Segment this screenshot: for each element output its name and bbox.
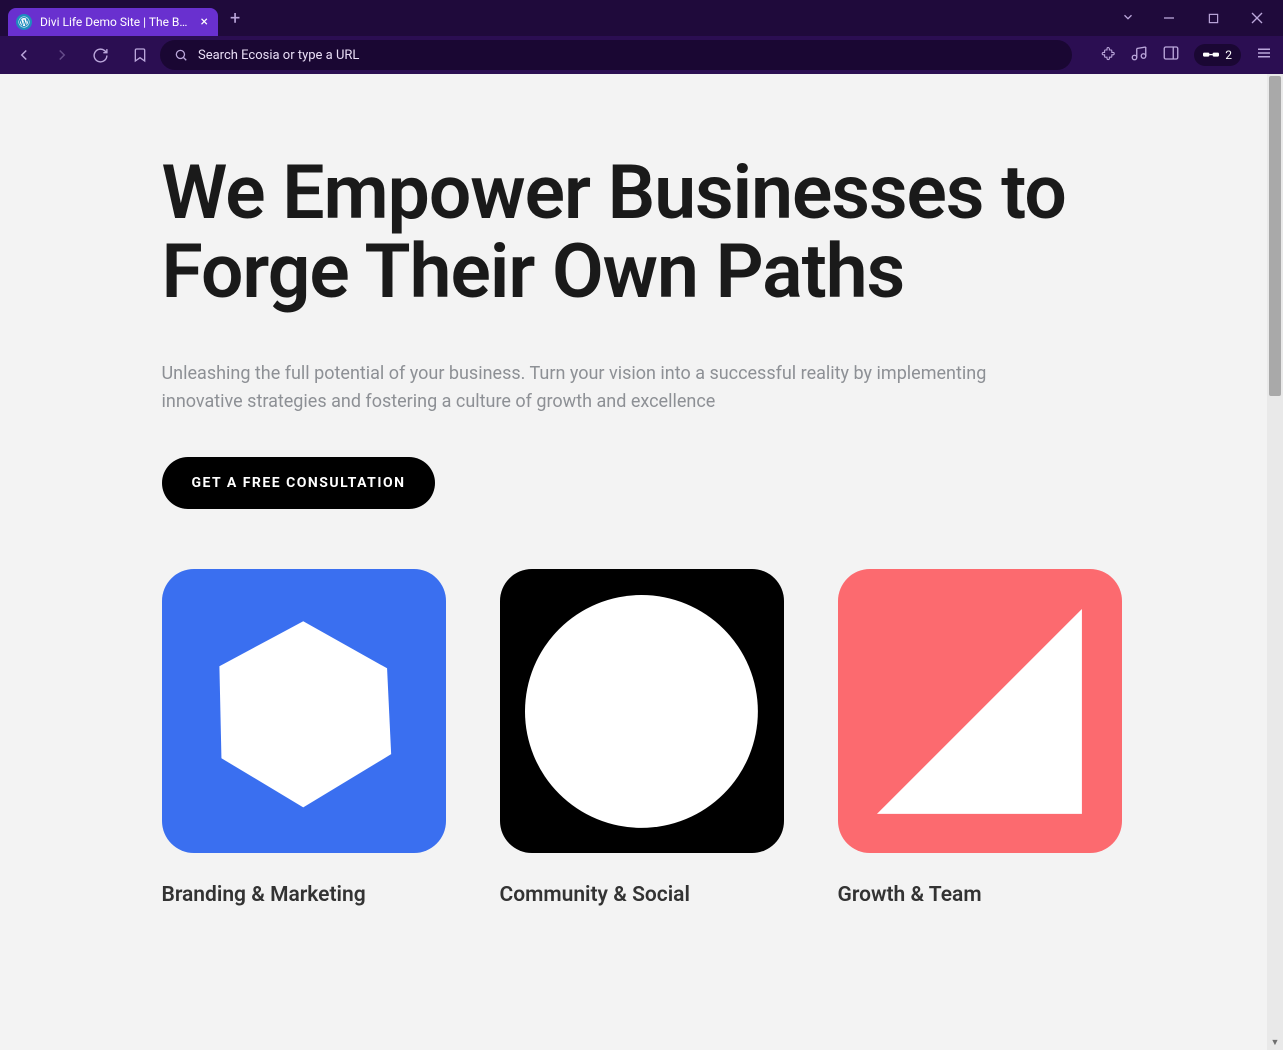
tabs-dropdown-icon[interactable] <box>1121 9 1135 28</box>
window-titlebar: Divi Life Demo Site | The Best D × + <box>0 0 1283 36</box>
page-subtext: Unleashing the full potential of your bu… <box>162 360 1012 418</box>
toolbar-right: 2 <box>1090 44 1273 66</box>
address-bar[interactable]: Search Ecosia or type a URL <box>160 40 1072 70</box>
feature-cards: Branding & Marketing Community & Social … <box>162 569 1122 907</box>
hexagon-icon <box>162 569 446 853</box>
nav-back-button[interactable] <box>10 41 38 69</box>
card-title: Growth & Team <box>838 883 1122 907</box>
browser-toolbar: Search Ecosia or type a URL 2 <box>0 36 1283 74</box>
window-minimize-button[interactable] <box>1149 3 1189 33</box>
bookmark-icon[interactable] <box>132 47 148 63</box>
wordpress-favicon-icon <box>16 14 32 30</box>
card-branding: Branding & Marketing <box>162 569 446 907</box>
nav-reload-button[interactable] <box>86 41 114 69</box>
card-title: Community & Social <box>500 883 784 907</box>
sidepanel-icon[interactable] <box>1162 44 1180 66</box>
tab-title: Divi Life Demo Site | The Best D <box>40 15 193 29</box>
window-close-button[interactable] <box>1237 3 1277 33</box>
card-community: Community & Social <box>500 569 784 907</box>
browser-tabs: Divi Life Demo Site | The Best D × + <box>8 0 252 36</box>
scrollbar-thumb[interactable] <box>1269 76 1281 396</box>
tracker-badge[interactable]: 2 <box>1194 44 1241 66</box>
tracker-count: 2 <box>1225 48 1232 62</box>
media-icon[interactable] <box>1130 44 1148 66</box>
triangle-icon <box>838 569 1122 853</box>
address-placeholder: Search Ecosia or type a URL <box>198 48 359 63</box>
scrollbar-down-arrow-icon[interactable]: ▼ <box>1267 1034 1283 1050</box>
new-tab-button[interactable]: + <box>218 8 252 29</box>
card-title: Branding & Marketing <box>162 883 446 907</box>
nav-forward-button[interactable] <box>48 41 76 69</box>
browser-tab-active[interactable]: Divi Life Demo Site | The Best D × <box>8 8 218 36</box>
cta-button[interactable]: GET A FREE CONSULTATION <box>162 457 436 509</box>
page-viewport: We Empower Businesses to Forge Their Own… <box>0 74 1283 1050</box>
page-heading: We Empower Businesses to Forge Their Own… <box>162 154 1122 312</box>
extensions-icon[interactable] <box>1098 44 1116 66</box>
vertical-scrollbar[interactable]: ▼ <box>1267 74 1283 1050</box>
app-menu-icon[interactable] <box>1255 44 1273 66</box>
tab-close-icon[interactable]: × <box>201 15 208 29</box>
search-icon <box>174 48 188 62</box>
page-body: We Empower Businesses to Forge Their Own… <box>0 74 1283 1050</box>
circle-icon <box>500 569 784 853</box>
glasses-icon <box>1203 50 1219 60</box>
window-maximize-button[interactable] <box>1193 3 1233 33</box>
card-growth: Growth & Team <box>838 569 1122 907</box>
window-controls <box>1121 3 1283 33</box>
